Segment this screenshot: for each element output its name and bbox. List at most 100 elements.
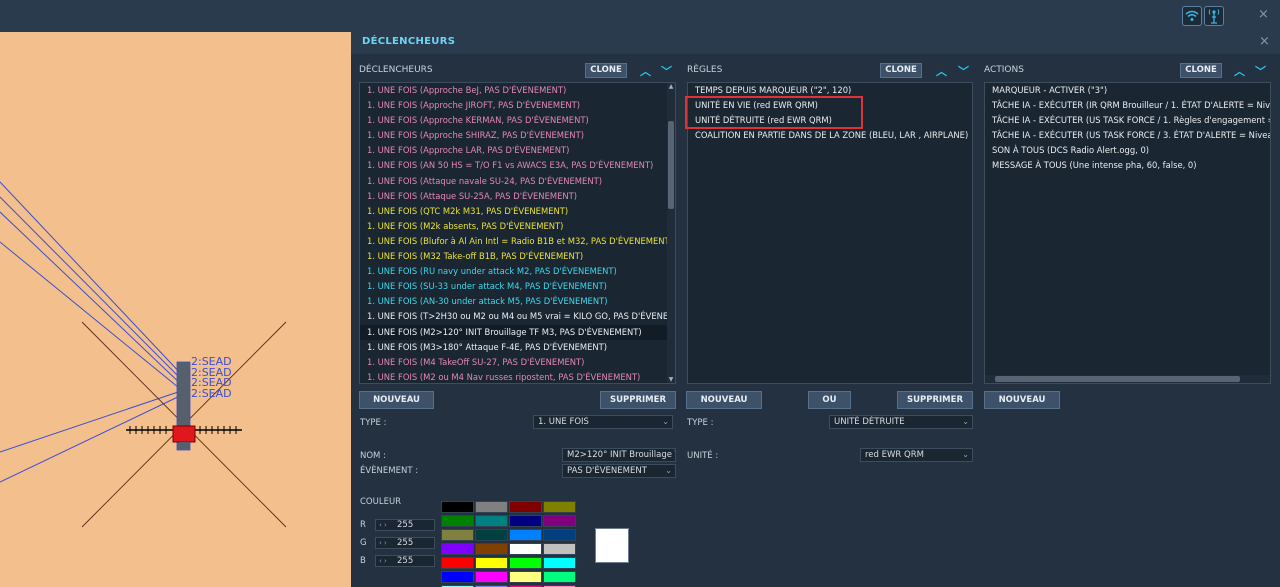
rgb-spinner[interactable]: ‹ › 255	[375, 537, 435, 549]
rules-ou-button[interactable]: OU	[808, 391, 851, 409]
rules-move-up-icon[interactable]: ︿	[936, 63, 947, 79]
trigger-row[interactable]: 1. UNE FOIS (QTC M2k M31, PAS D'ÉVENEMEN…	[360, 204, 675, 219]
chevron-down-icon: ⌄	[665, 466, 672, 475]
rule-type-select[interactable]: UNITÉ DÉTRUITE ⌄	[829, 415, 973, 429]
triggers-clone-button[interactable]: CLONE	[585, 63, 627, 78]
spin-arrows-icon[interactable]: ‹ ›	[379, 520, 387, 530]
trigger-row[interactable]: 1. UNE FOIS (SU-33 under attack M4, PAS …	[360, 279, 675, 294]
wifi-icon[interactable]	[1182, 6, 1202, 26]
trigger-row[interactable]: 1. UNE FOIS (Approche JIROFT, PAS D'ÉVEN…	[360, 98, 675, 113]
rules-move-down-icon[interactable]: ﹀	[958, 63, 969, 79]
trigger-name-input[interactable]: M2>120° INIT Brouillage T	[562, 448, 676, 462]
color-swatch[interactable]	[543, 571, 576, 583]
mission-map[interactable]: 2:SEAD 2:SEAD 2:SEAD 2:SEAD	[0, 32, 351, 587]
scroll-thumb[interactable]	[668, 121, 674, 209]
action-row[interactable]: TÂCHE IA - EXÉCUTER (US TASK FORCE / 1. …	[985, 113, 1270, 128]
trigger-row[interactable]: 1. UNE FOIS (Approche SHIRAZ, PAS D'ÉVEN…	[360, 128, 675, 143]
trigger-row[interactable]: 1. UNE FOIS (M4 TakeOff SU-27, PAS D'ÉVE…	[360, 355, 675, 370]
trigger-type-select[interactable]: 1. UNE FOIS ⌄	[533, 415, 673, 429]
color-swatch[interactable]	[543, 529, 576, 541]
rgb-label: R	[360, 520, 366, 530]
color-swatch[interactable]	[509, 543, 542, 555]
trigger-row[interactable]: 1. UNE FOIS (Attaque navale SU-24, PAS D…	[360, 174, 675, 189]
triggers-move-up-icon[interactable]: ︿	[640, 63, 651, 79]
color-swatch[interactable]	[475, 571, 508, 583]
trigger-row[interactable]: 1. UNE FOIS (AN-30 under attack M5, PAS …	[360, 294, 675, 309]
rules-supprimer-button[interactable]: SUPPRIMER	[897, 391, 973, 409]
trigger-row[interactable]: 1. UNE FOIS (RU navy under attack M2, PA…	[360, 264, 675, 279]
color-swatch[interactable]	[509, 571, 542, 583]
triggers-supprimer-button[interactable]: SUPPRIMER	[600, 391, 676, 409]
color-swatch[interactable]	[441, 501, 474, 513]
action-row[interactable]: MARQUEUR - ACTIVER ("3")	[985, 83, 1270, 98]
top-bar: ×	[0, 0, 1280, 32]
trigger-row[interactable]: 1. UNE FOIS (Attaque SU-25A, PAS D'ÉVENE…	[360, 189, 675, 204]
trigger-row[interactable]: 1. UNE FOIS (M2>120° INIT Brouillage TF …	[360, 324, 675, 340]
color-swatch[interactable]	[441, 529, 474, 541]
rule-row[interactable]: COALITION EN PARTIE DANS DE LA ZONE (BLE…	[688, 128, 972, 143]
action-row[interactable]: TÂCHE IA - EXÉCUTER (IR QRM Brouilleur /…	[985, 98, 1270, 113]
rule-unit-select[interactable]: red EWR QRM ⌄	[860, 448, 973, 462]
color-swatch[interactable]	[441, 543, 474, 555]
trigger-row[interactable]: 1. UNE FOIS (M2 ou M4 Nav russes riposte…	[360, 370, 675, 383]
rgb-spinner[interactable]: ‹ › 255	[375, 519, 435, 531]
signal-tower-icon[interactable]	[1204, 6, 1224, 26]
actions-hscrollbar[interactable]	[985, 375, 1270, 383]
actions-nouveau-button[interactable]: NOUVEAU	[984, 391, 1060, 409]
color-label: COULEUR	[360, 497, 402, 507]
action-row[interactable]: SON À TOUS (DCS Radio Alert.ogg, 0)	[985, 143, 1270, 158]
color-swatch[interactable]	[509, 501, 542, 513]
actions-move-down-icon[interactable]: ﹀	[1255, 63, 1266, 79]
action-row[interactable]: MESSAGE À TOUS (Une intense pha, 60, fal…	[985, 158, 1270, 173]
trigger-row[interactable]: 1. UNE FOIS (M32 Take-off B1B, PAS D'ÉVE…	[360, 249, 675, 264]
color-swatch[interactable]	[509, 529, 542, 541]
trigger-event-select[interactable]: PAS D'ÉVENEMENT ⌄	[562, 464, 676, 478]
color-swatch[interactable]	[441, 571, 474, 583]
trigger-row[interactable]: 1. UNE FOIS (M3>180° Attaque F-4E, PAS D…	[360, 340, 675, 355]
rgb-spinner[interactable]: ‹ › 255	[375, 555, 435, 567]
triggers-move-down-icon[interactable]: ﹀	[661, 63, 672, 79]
rules-nouveau-button[interactable]: NOUVEAU	[686, 391, 762, 409]
color-swatch[interactable]	[543, 515, 576, 527]
triggers-nouveau-button[interactable]: NOUVEAU	[359, 391, 434, 409]
trigger-row[interactable]: 1. UNE FOIS (AN 50 HS = T/O F1 vs AWACS …	[360, 158, 675, 173]
actions-move-up-icon[interactable]: ︿	[1234, 63, 1245, 79]
trigger-row[interactable]: 1. UNE FOIS (Approche LAR, PAS D'ÉVENEME…	[360, 143, 675, 158]
actions-clone-button[interactable]: CLONE	[1180, 63, 1222, 78]
color-swatch[interactable]	[475, 501, 508, 513]
triggers-rows: 1. UNE FOIS (Approche BeJ, PAS D'ÉVENEME…	[360, 83, 675, 383]
color-swatch[interactable]	[475, 557, 508, 569]
scroll-down-icon[interactable]: ▼	[667, 376, 675, 383]
color-swatch[interactable]	[441, 557, 474, 569]
highlight-box	[685, 96, 863, 129]
spin-arrows-icon[interactable]: ‹ ›	[379, 538, 387, 548]
trigger-event-value: PAS D'ÉVENEMENT	[567, 466, 647, 476]
color-swatch[interactable]	[543, 543, 576, 555]
triggers-scrollbar[interactable]: ▲ ▼	[667, 83, 675, 383]
actions-list[interactable]: MARQUEUR - ACTIVER ("3") TÂCHE IA - EXÉCU…	[984, 82, 1271, 384]
color-swatch[interactable]	[475, 529, 508, 541]
color-palette[interactable]	[441, 501, 578, 587]
trigger-row[interactable]: 1. UNE FOIS (M2k absents, PAS D'ÉVENEMEN…	[360, 219, 675, 234]
trigger-row[interactable]: 1. UNE FOIS (T>2H30 ou M2 ou M4 ou M5 vr…	[360, 309, 675, 324]
rules-clone-button[interactable]: CLONE	[880, 63, 922, 78]
panel-close-icon[interactable]: ×	[1259, 34, 1270, 49]
color-swatch[interactable]	[475, 543, 508, 555]
color-swatch[interactable]	[543, 557, 576, 569]
trigger-row[interactable]: 1. UNE FOIS (Approche BeJ, PAS D'ÉVENEME…	[360, 83, 675, 98]
color-swatch[interactable]	[475, 515, 508, 527]
trigger-row[interactable]: 1. UNE FOIS (Approche KERMAN, PAS D'ÉVEN…	[360, 113, 675, 128]
window-close-icon[interactable]: ×	[1258, 7, 1269, 22]
color-swatch[interactable]	[509, 515, 542, 527]
color-swatch[interactable]	[543, 501, 576, 513]
action-row[interactable]: TÂCHE IA - EXÉCUTER (US TASK FORCE / 3. …	[985, 128, 1270, 143]
spin-arrows-icon[interactable]: ‹ ›	[379, 556, 387, 566]
color-swatch[interactable]	[509, 557, 542, 569]
triggers-list[interactable]: 1. UNE FOIS (Approche BeJ, PAS D'ÉVENEME…	[359, 82, 676, 384]
trigger-row[interactable]: 1. UNE FOIS (Blufor à Al Ain Intl = Radi…	[360, 234, 675, 249]
color-swatch[interactable]	[441, 515, 474, 527]
hscroll-thumb[interactable]	[995, 376, 1240, 382]
scroll-up-icon[interactable]: ▲	[667, 83, 675, 90]
rgb-label: B	[360, 556, 366, 566]
rules-column-title: RÈGLES	[687, 65, 723, 75]
